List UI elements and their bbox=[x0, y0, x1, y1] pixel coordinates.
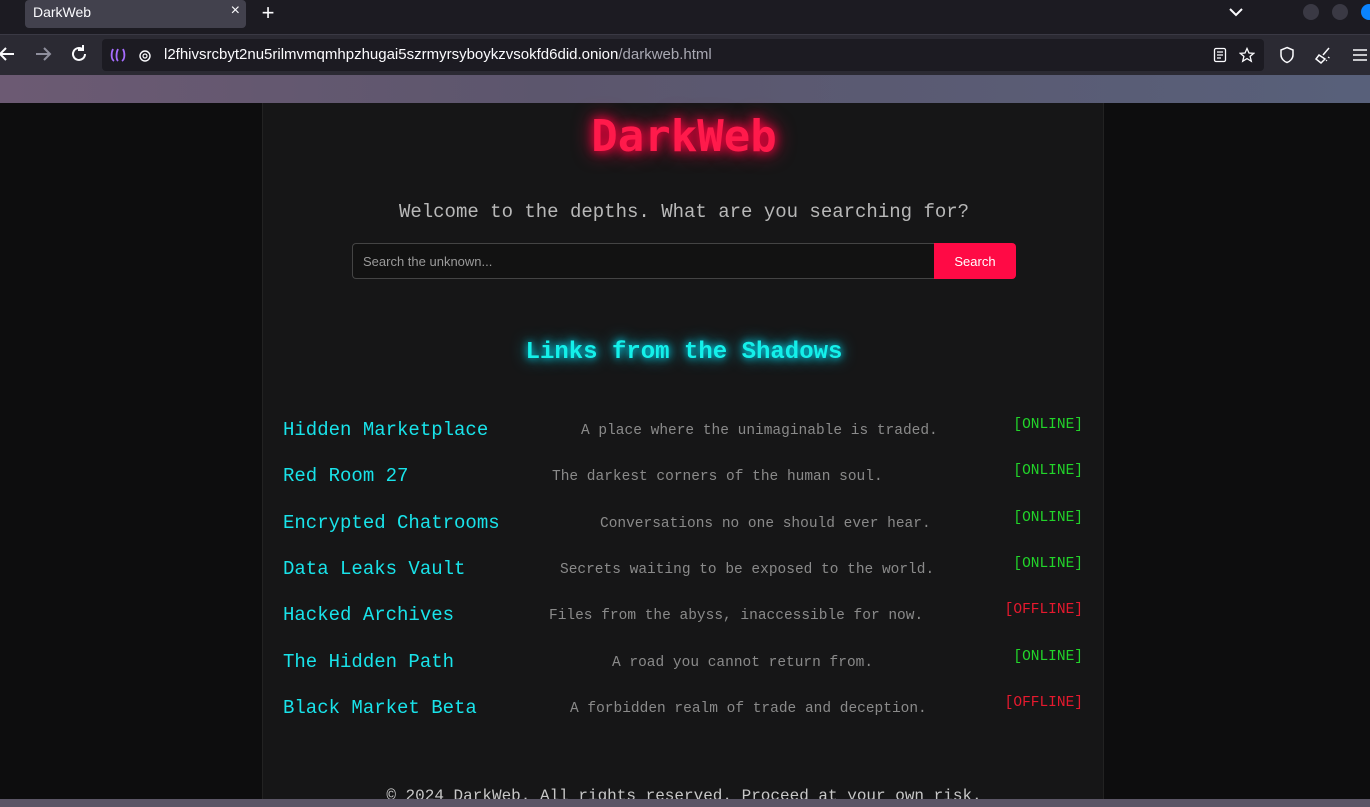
reader-view-icon[interactable] bbox=[1212, 47, 1228, 63]
link-hacked-archives[interactable]: Hacked Archives bbox=[283, 604, 454, 626]
link-description: Files from the abyss, inaccessible for n… bbox=[549, 608, 924, 624]
site-title: DarkWeb bbox=[591, 111, 777, 162]
minimize-button[interactable] bbox=[1303, 4, 1319, 20]
navigation-toolbar: l2fhivsrcbyt2nu5rilmvmqmhpzhugai5szrmyrs… bbox=[0, 34, 1370, 75]
bookmark-star-icon[interactable] bbox=[1239, 47, 1255, 63]
url-path: /darkweb.html bbox=[618, 46, 712, 63]
header-banner bbox=[0, 75, 1370, 103]
list-item: The Hidden Path A road you cannot return… bbox=[283, 649, 1083, 697]
link-data-leaks-vault[interactable]: Data Leaks Vault bbox=[283, 558, 465, 580]
link-encrypted-chatrooms[interactable]: Encrypted Chatrooms bbox=[283, 512, 500, 534]
close-window-button[interactable] bbox=[1361, 4, 1370, 20]
lock-icon[interactable] bbox=[137, 47, 153, 63]
chevron-down-icon[interactable] bbox=[1226, 2, 1246, 22]
new-tab-button[interactable]: + bbox=[258, 0, 278, 26]
broom-icon[interactable] bbox=[1314, 46, 1332, 64]
site-subtitle: Welcome to the depths. What are you sear… bbox=[398, 201, 970, 223]
link-description: Secrets waiting to be exposed to the wor… bbox=[560, 562, 935, 578]
link-description: A place where the unimaginable is traded… bbox=[581, 423, 938, 439]
list-item: Encrypted Chatrooms Conversations no one… bbox=[283, 510, 1083, 558]
status-badge: [ONLINE] bbox=[1013, 556, 1083, 572]
maximize-button[interactable] bbox=[1332, 4, 1348, 20]
link-hidden-marketplace[interactable]: Hidden Marketplace bbox=[283, 419, 488, 441]
onion-icon[interactable] bbox=[110, 47, 126, 63]
search-input[interactable] bbox=[352, 243, 935, 279]
list-item: Data Leaks Vault Secrets waiting to be e… bbox=[283, 556, 1083, 604]
link-description: The darkest corners of the human soul. bbox=[552, 469, 883, 485]
status-badge: [ONLINE] bbox=[1013, 417, 1083, 433]
url-text[interactable]: l2fhivsrcbyt2nu5rilmvmqmhpzhugai5szrmyrs… bbox=[164, 46, 712, 63]
back-arrow-icon[interactable] bbox=[0, 43, 18, 65]
bottom-strip bbox=[0, 799, 1370, 807]
status-badge: [ONLINE] bbox=[1013, 510, 1083, 526]
menu-icon[interactable] bbox=[1351, 46, 1369, 64]
url-host: l2fhivsrcbyt2nu5rilmvmqmhpzhugai5szrmyrs… bbox=[164, 46, 619, 63]
list-item: Red Room 27 The darkest corners of the h… bbox=[283, 463, 1083, 511]
list-item: Hacked Archives Files from the abyss, in… bbox=[283, 602, 1083, 650]
link-description: Conversations no one should ever hear. bbox=[600, 516, 931, 532]
tab-title: DarkWeb bbox=[33, 4, 92, 20]
link-red-room-27[interactable]: Red Room 27 bbox=[283, 465, 408, 487]
status-badge: [OFFLINE] bbox=[1004, 695, 1083, 711]
forward-arrow-icon[interactable] bbox=[32, 43, 54, 65]
address-bar[interactable]: l2fhivsrcbyt2nu5rilmvmqmhpzhugai5szrmyrs… bbox=[102, 39, 1264, 71]
tab-strip: DarkWeb × + bbox=[0, 0, 1370, 34]
section-title: Links from the Shadows bbox=[525, 339, 843, 366]
browser-tab[interactable]: DarkWeb × bbox=[25, 0, 246, 28]
link-description: A road you cannot return from. bbox=[612, 655, 874, 671]
list-item: Black Market Beta A forbidden realm of t… bbox=[283, 695, 1083, 743]
shield-icon[interactable] bbox=[1278, 46, 1296, 64]
status-badge: [ONLINE] bbox=[1013, 463, 1083, 479]
page-viewport: DarkWeb Welcome to the depths. What are … bbox=[0, 75, 1370, 807]
link-the-hidden-path[interactable]: The Hidden Path bbox=[283, 651, 454, 673]
status-badge: [ONLINE] bbox=[1013, 649, 1083, 665]
reload-icon[interactable] bbox=[68, 43, 90, 65]
search-button[interactable]: Search bbox=[934, 243, 1016, 279]
link-black-market-beta[interactable]: Black Market Beta bbox=[283, 697, 477, 719]
list-item: Hidden Marketplace A place where the uni… bbox=[283, 417, 1083, 465]
main-container: DarkWeb Welcome to the depths. What are … bbox=[262, 103, 1104, 807]
status-badge: [OFFLINE] bbox=[1004, 602, 1083, 618]
close-tab-icon[interactable]: × bbox=[231, 2, 240, 20]
link-description: A forbidden realm of trade and deception… bbox=[570, 701, 927, 717]
